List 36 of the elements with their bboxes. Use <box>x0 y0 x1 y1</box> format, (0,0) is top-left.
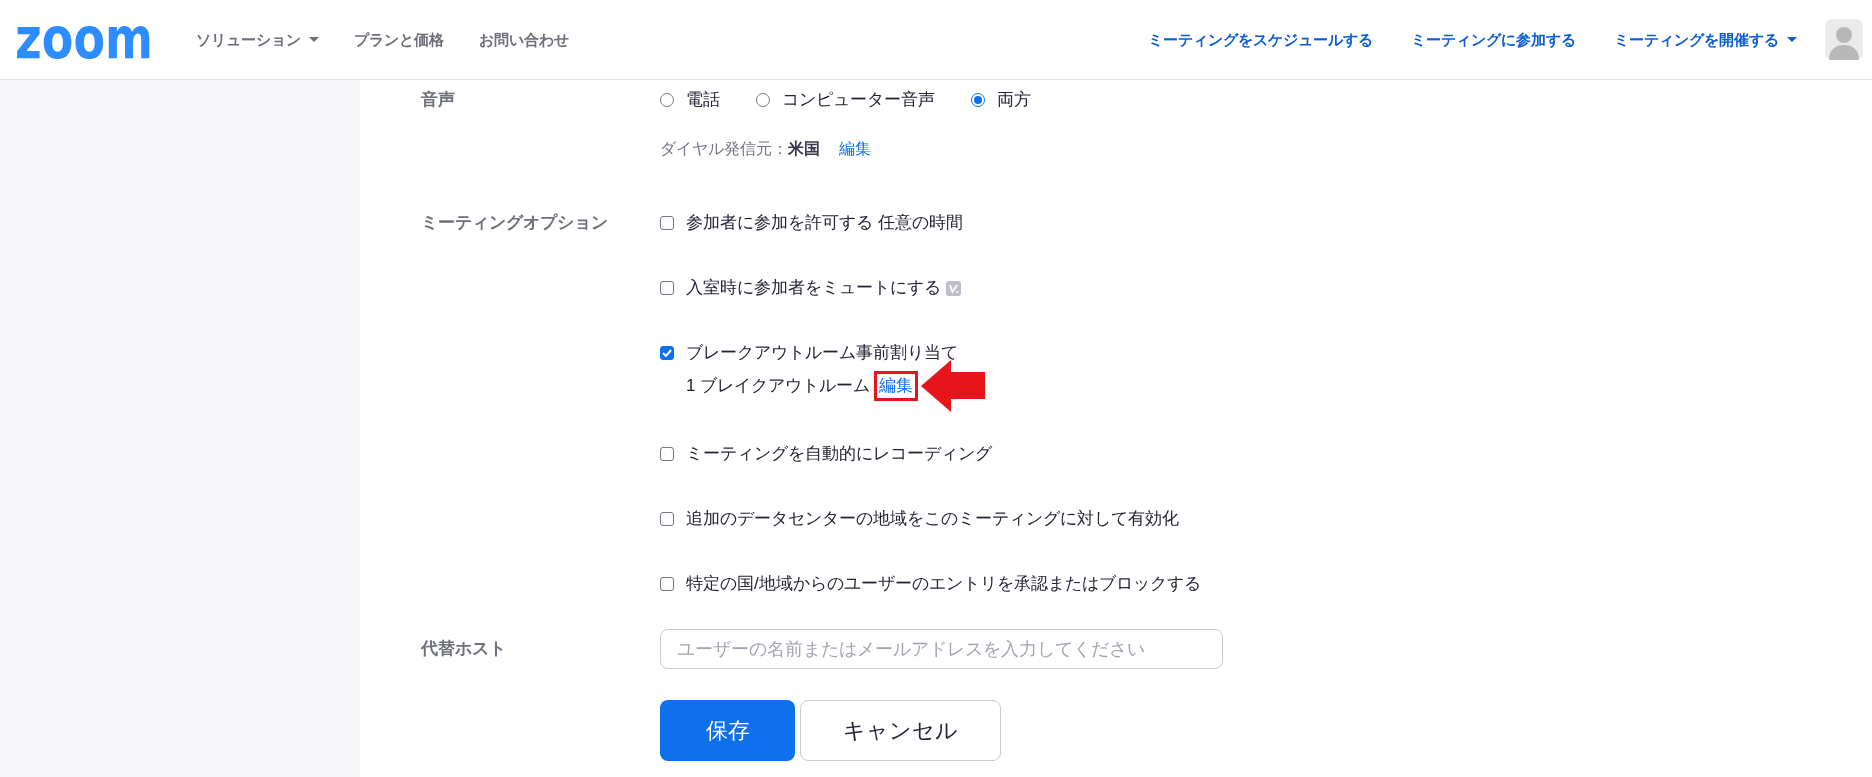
radio-button[interactable] <box>660 93 674 107</box>
checkbox[interactable] <box>660 346 674 360</box>
checkbox[interactable] <box>660 577 674 591</box>
dial-in-note: ダイヤル発信元：米国 <box>660 139 820 159</box>
checkbox-label: 参加者に参加を許可する 任意の時間 <box>686 212 963 234</box>
setting-label: 音声 <box>421 89 455 111</box>
checkbox[interactable] <box>660 447 674 461</box>
action-link[interactable]: ミーティングに参加する <box>1411 29 1576 50</box>
action-link[interactable]: ミーティングを開催する <box>1614 29 1797 50</box>
nav-link[interactable]: プランと価格 <box>353 29 444 50</box>
radio-button[interactable] <box>756 93 770 107</box>
radio-label: 電話 <box>686 89 720 111</box>
logo-link[interactable]: zoom <box>15 8 153 67</box>
nav-link[interactable]: ソリューション <box>195 29 319 50</box>
radio-label: 両方 <box>997 89 1031 111</box>
action-link[interactable]: ミーティングをスケジュールする <box>1148 29 1373 50</box>
edit-link[interactable]: 編集 <box>879 376 914 395</box>
cancel-button[interactable]: キャンセル <box>800 700 1001 761</box>
nav-link[interactable]: お問い合わせ <box>478 29 569 50</box>
room-count-text: 1 ブレイクアウトルーム <box>686 375 871 397</box>
radio-button[interactable] <box>971 93 985 107</box>
checkbox[interactable] <box>660 216 674 230</box>
edit-link[interactable]: 編集 <box>839 137 871 161</box>
checkbox-label: 特定の国/地域からのユーザーのエントリを承認またはブロックする <box>686 573 1201 595</box>
checkbox-label: ブレークアウトルーム事前割り当て <box>686 342 958 364</box>
save-button[interactable]: 保存 <box>660 700 795 761</box>
checkbox[interactable] <box>660 512 674 526</box>
checkbox-label: ミーティングを自動的にレコーディング <box>686 443 992 465</box>
radio-label: コンピューター音声 <box>782 89 935 111</box>
callout-arrow-icon <box>921 360 986 412</box>
setting-label: 代替ホスト <box>421 638 506 660</box>
checkbox-label: 追加のデータセンターの地域をこのミーティングに対して有効化 <box>686 508 1179 530</box>
input-field[interactable]: ユーザーの名前またはメールアドレスを入力してください <box>660 629 1223 669</box>
setting-label: ミーティングオプション <box>421 212 608 234</box>
checkbox-label: 入室時に参加者をミュートにする <box>686 277 941 299</box>
checkbox[interactable] <box>660 281 674 295</box>
